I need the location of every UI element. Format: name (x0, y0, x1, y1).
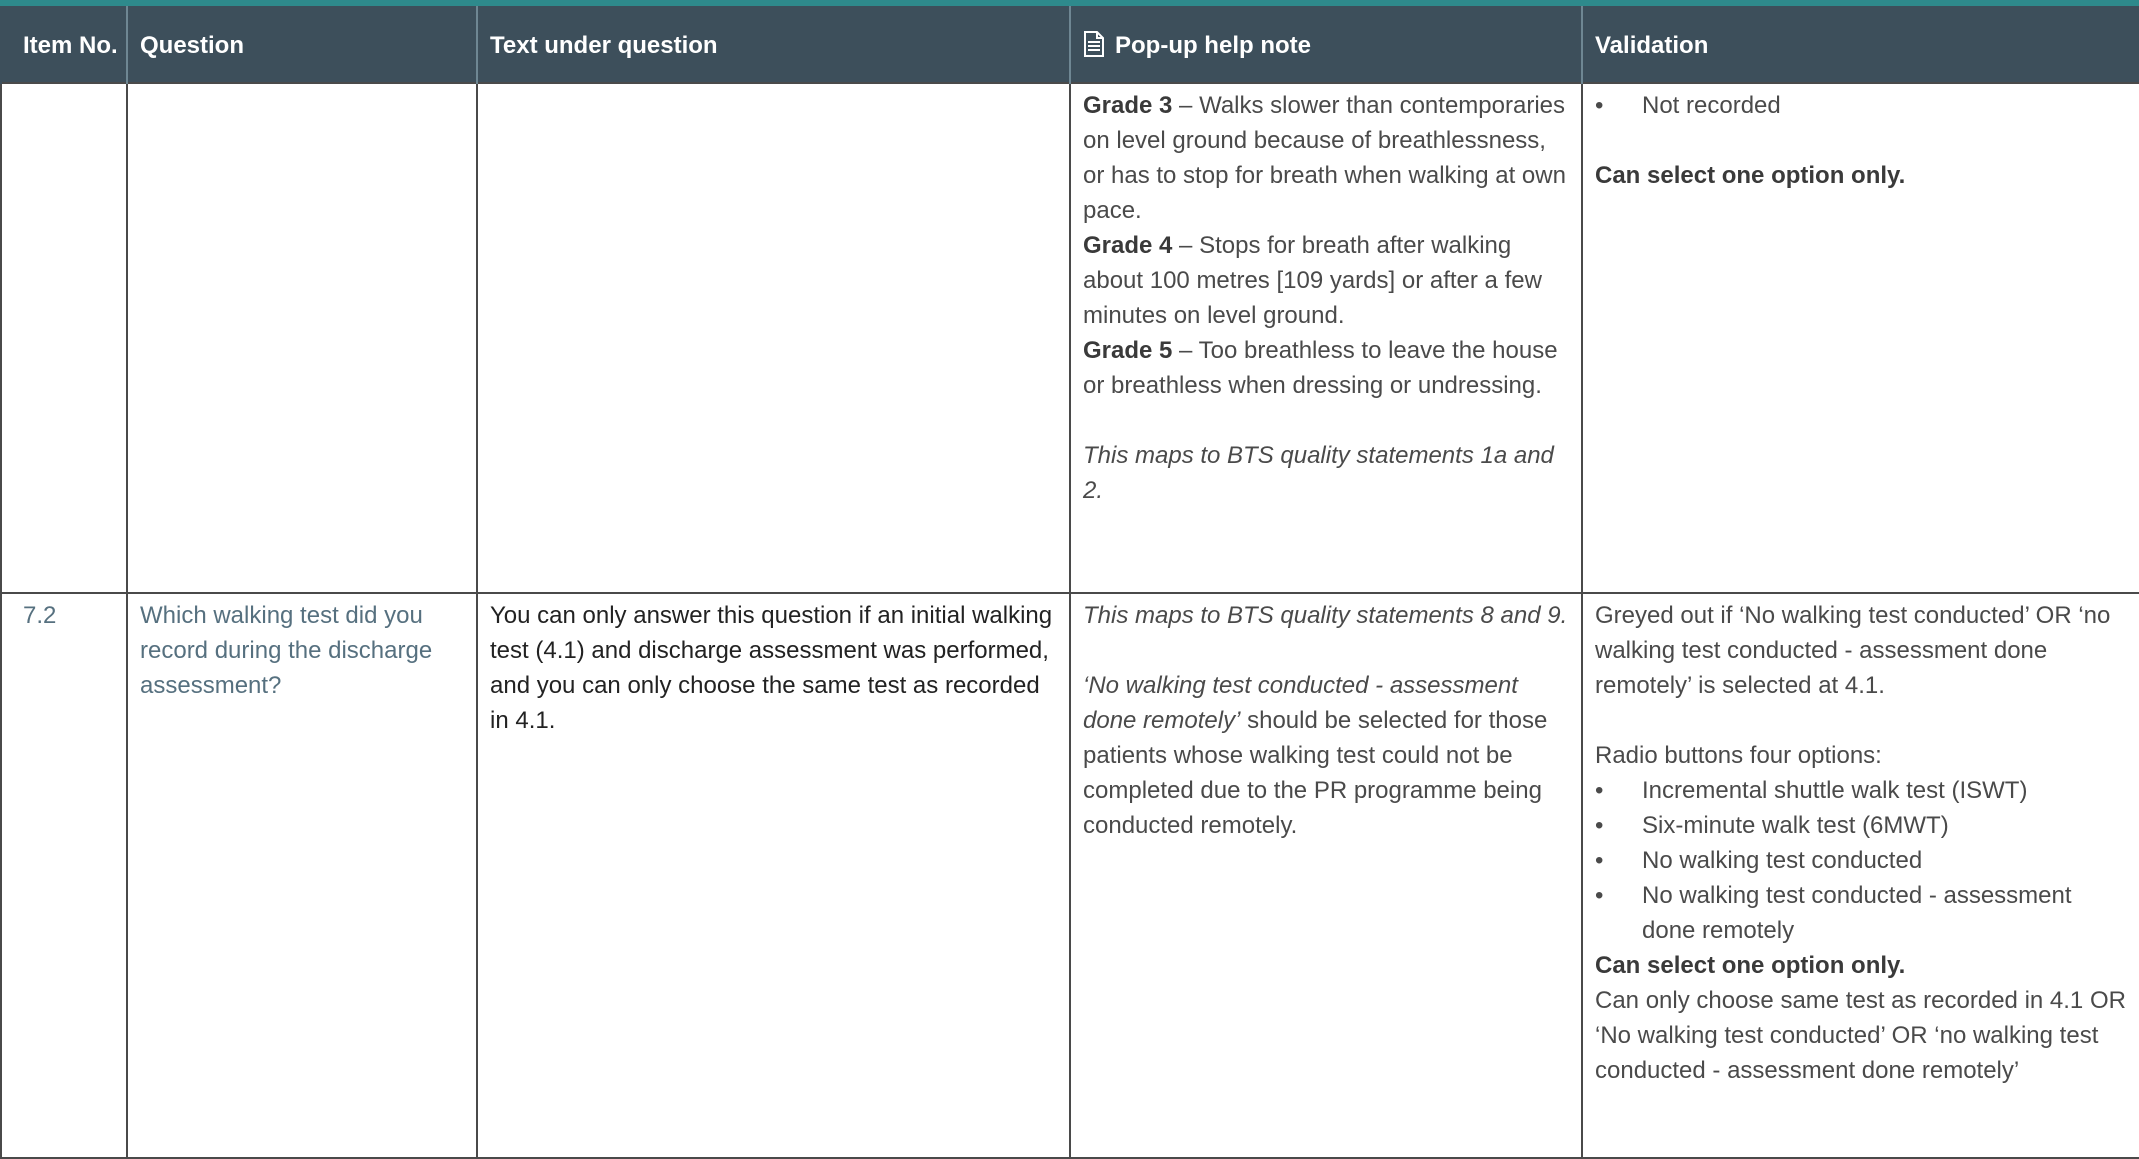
header-validation: Validation (1581, 6, 2139, 83)
row2-maps-note: This maps to BTS quality statements 8 an… (1083, 602, 1568, 629)
header-help-note: Pop-up help note (1069, 6, 1582, 83)
grade-4: Grade 4 – Stops for breath after walking… (1083, 232, 1542, 329)
row2-radio-intro: Radio buttons four options: (1595, 742, 1882, 769)
table-row: Grade 3 – Walks slower than contemporari… (0, 82, 2139, 594)
row2-choose-note: Can only choose same test as recorded in… (1595, 987, 2126, 1084)
header-item-no: Item No. (0, 6, 127, 83)
row1-validation: Not recorded Can select one option only. (1581, 82, 2139, 594)
row1-help-note: Grade 3 – Walks slower than contemporari… (1069, 82, 1583, 594)
table-header-row: Item No. Question Text under question Po… (0, 6, 2139, 83)
row1-text-under (476, 82, 1071, 594)
list-item: No walking test conducted (1595, 843, 2127, 878)
row1-validation-note: Can select one option only. (1595, 162, 1906, 189)
row1-item-no (0, 82, 128, 594)
list-item: No walking test conducted - assessment d… (1595, 878, 2127, 948)
row1-maps-note: This maps to BTS quality statements 1a a… (1083, 442, 1554, 504)
document-icon (1083, 31, 1105, 57)
header-question: Question (126, 6, 477, 83)
row2-text-under: You can only answer this question if an … (476, 592, 1071, 1159)
header-text-under-question: Text under question (476, 6, 1070, 83)
row2-remote-note: ‘No walking test conducted - assessment … (1083, 672, 1548, 839)
row1-question (126, 82, 478, 594)
row2-help-note: This maps to BTS quality statements 8 an… (1069, 592, 1583, 1159)
grade-3: Grade 3 – Walks slower than contemporari… (1083, 92, 1566, 224)
row2-question: Which walking test did you record during… (126, 592, 478, 1159)
header-help-label: Pop-up help note (1115, 32, 1311, 59)
list-item: Six-minute walk test (6MWT) (1595, 808, 2127, 843)
row2-greyed-note: Greyed out if ‘No walking test conducted… (1595, 602, 2111, 699)
dataset-table: Item No. Question Text under question Po… (0, 6, 2139, 1159)
list-item: Incremental shuttle walk test (ISWT) (1595, 773, 2127, 808)
row2-validation-note: Can select one option only. (1595, 952, 1906, 979)
grade-5: Grade 5 – Too breathless to leave the ho… (1083, 337, 1558, 399)
list-item: Not recorded (1595, 88, 2127, 123)
table-row: 7.2 Which walking test did you record du… (0, 592, 2139, 1159)
row2-validation: Greyed out if ‘No walking test conducted… (1581, 592, 2139, 1159)
row2-item-no: 7.2 (0, 592, 128, 1159)
